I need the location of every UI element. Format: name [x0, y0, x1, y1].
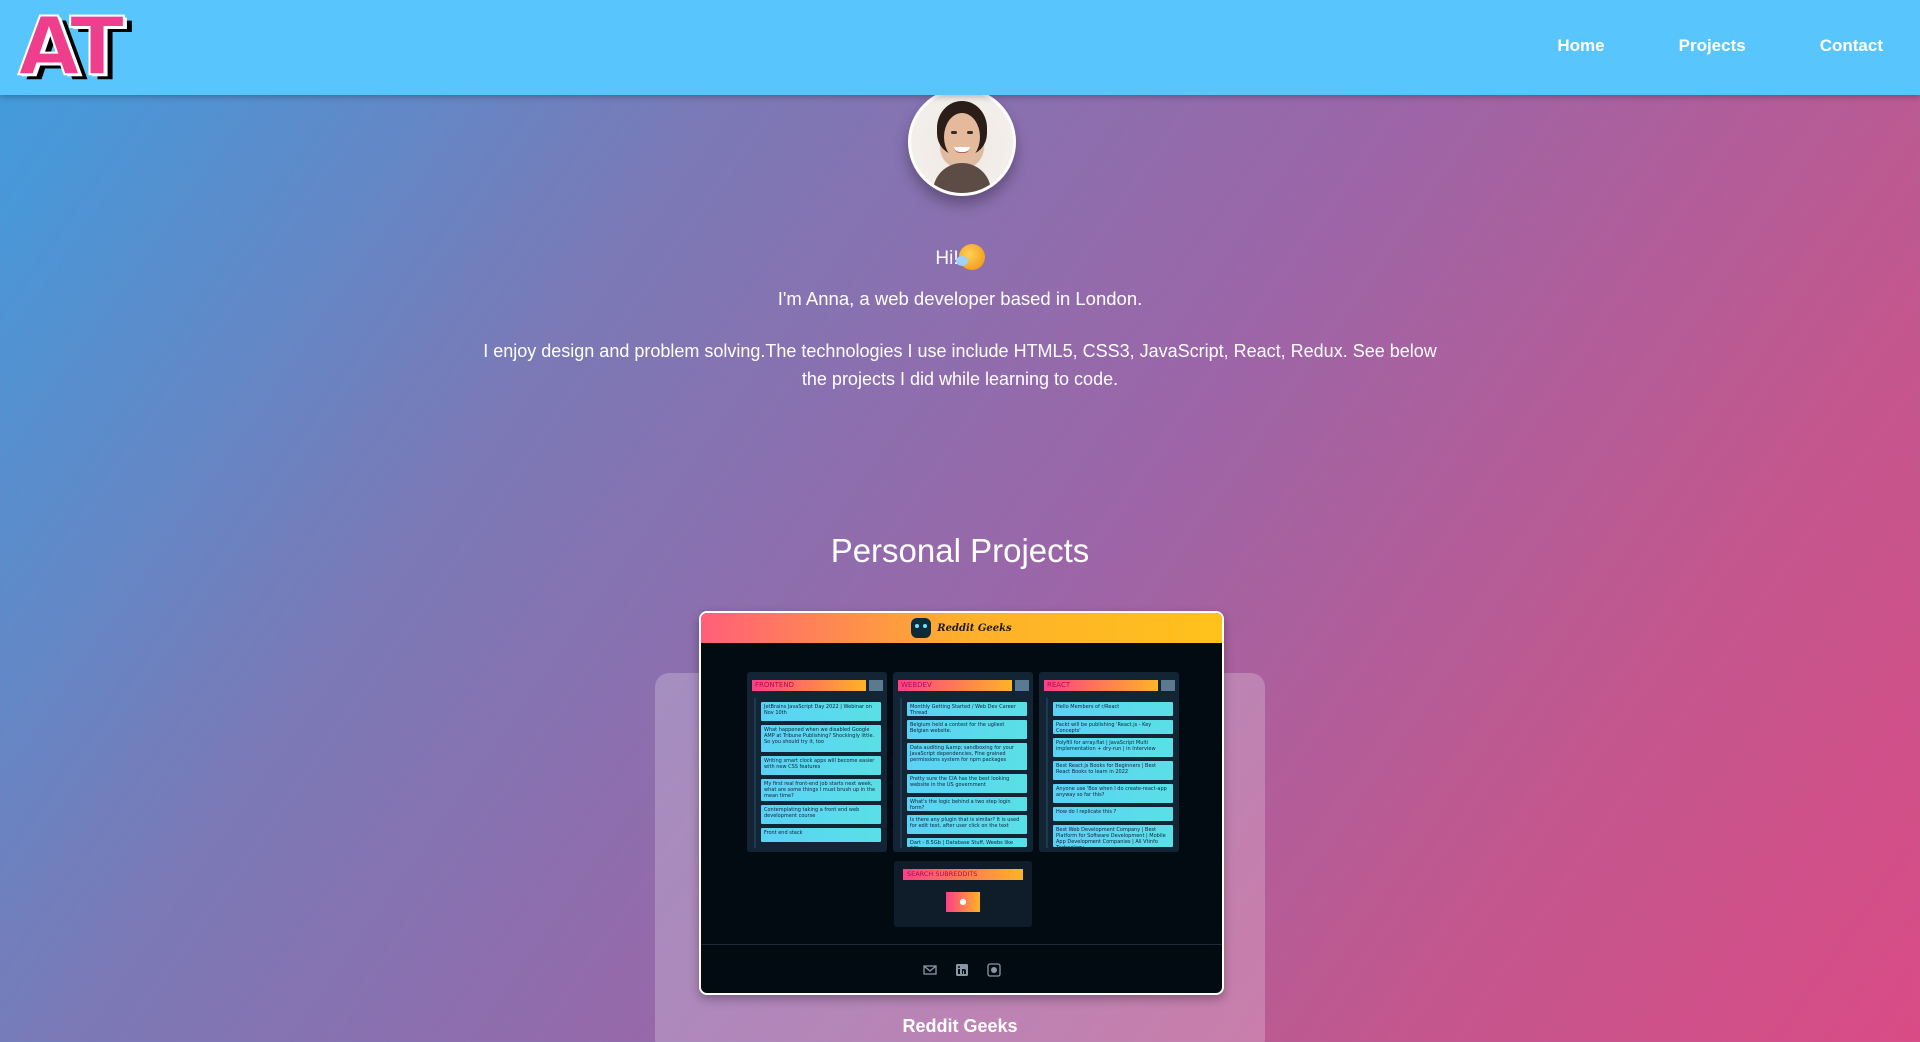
nav-home-link[interactable]: Home — [1557, 36, 1604, 56]
preview-app-header: Reddit Geeks — [701, 613, 1222, 643]
list-item: Packt will be publishing 'React.js - Key… — [1053, 720, 1173, 734]
column-title: WEBDEV — [898, 680, 1012, 691]
list-item: Data auditing &amp; sandboxing for your … — [907, 743, 1027, 770]
preview-column-react: REACT Hello Members of r/React Packt wil… — [1039, 672, 1179, 852]
list-item: Monthly Getting Started / Web Dev Career… — [907, 702, 1027, 716]
column-title: REACT — [1044, 680, 1158, 691]
preview-column-webdev: WEBDEV Monthly Getting Started / Web Dev… — [893, 672, 1033, 852]
list-item: Contemplating taking a front end web dev… — [761, 805, 881, 824]
column-toggle-button — [1161, 680, 1175, 691]
column-title: FRONTEND — [752, 680, 866, 691]
projects-section-title: Personal Projects — [830, 532, 1090, 570]
column-toggle-button — [1015, 680, 1029, 691]
list-item: Pretty sure the CIA has the best looking… — [907, 774, 1027, 793]
preview-column-frontend: FRONTEND JetBrains JavaScript Day 2022 |… — [747, 672, 887, 852]
list-item: Best React.js Books for Beginners | Best… — [1053, 761, 1173, 780]
list-item: Dart - 8.5Gb | Database Stuff, Weebs lik… — [907, 838, 1027, 847]
preview-app-title: Reddit Geeks — [937, 622, 1012, 634]
logo-text: AT — [17, 0, 125, 93]
list-item: How do I replicate this ? — [1053, 807, 1173, 821]
list-item: Front end stack — [761, 828, 881, 842]
list-item: My first real front-end job starts next … — [761, 779, 881, 801]
list-item: What happened when we disabled Google AM… — [761, 725, 881, 752]
site-header: AT AT AT Home Projects Contact — [0, 0, 1920, 95]
nav-projects-link[interactable]: Projects — [1679, 36, 1746, 56]
list-item: Writing smart clock apps will become eas… — [761, 756, 881, 775]
project-title[interactable]: Reddit Geeks — [655, 1016, 1265, 1037]
profile-avatar — [908, 88, 1016, 196]
list-item: Anyone use 'Box when I do create-react-a… — [1053, 784, 1173, 803]
preview-search-button: ● — [946, 892, 980, 912]
search-icon: ● — [959, 897, 967, 906]
greeting: Hi! — [0, 244, 1920, 270]
preview-search-panel: SEARCH SUBREDDITS ● — [894, 861, 1032, 927]
intro-line: I'm Anna, a web developer based in Londo… — [777, 288, 1143, 309]
reddit-logo-icon — [911, 618, 932, 638]
logo[interactable]: AT AT AT — [17, 0, 153, 94]
mail-icon — [922, 963, 937, 977]
preview-footer — [701, 944, 1222, 993]
intro-description: I enjoy design and problem solving.The t… — [483, 341, 1437, 389]
preview-search-input: SEARCH SUBREDDITS — [903, 869, 1023, 880]
github-icon — [986, 962, 1001, 977]
list-item: Hello Members of r/React — [1053, 702, 1173, 716]
list-item: Belgium held a contest for the ugliest B… — [907, 720, 1027, 739]
main-nav: Home Projects Contact — [1557, 36, 1883, 56]
list-item: Polyfill for array.flat | JavaScript Mul… — [1053, 738, 1173, 757]
list-item: JetBrains JavaScript Day 2022 | Webinar … — [761, 702, 881, 721]
linkedin-icon — [955, 963, 969, 977]
project-preview-image[interactable]: Reddit Geeks FRONTEND JetBrains JavaScri… — [699, 611, 1224, 995]
list-item: Best Web Development Company | Best Plat… — [1053, 825, 1173, 847]
waving-hand-icon — [955, 244, 985, 270]
list-item: Is there any plugin that is similar? It … — [907, 815, 1027, 834]
greeting-text: Hi! — [935, 248, 959, 269]
column-toggle-button — [869, 680, 883, 691]
nav-contact-link[interactable]: Contact — [1820, 36, 1883, 56]
list-item: What's the logic behind a two step login… — [907, 797, 1027, 811]
